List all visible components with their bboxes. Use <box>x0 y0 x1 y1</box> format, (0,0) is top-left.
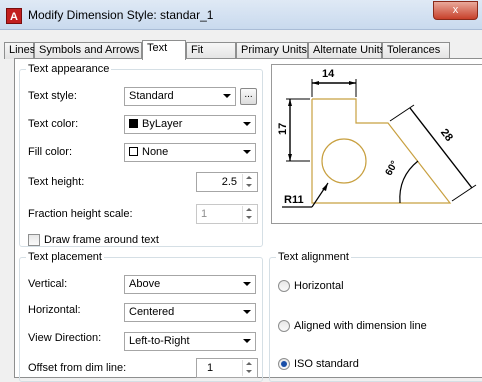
text-color-select[interactable]: ByLayer <box>124 115 256 134</box>
fill-color-value: None <box>142 146 169 158</box>
text-height-label: Text height: <box>28 176 85 188</box>
text-style-select[interactable]: Standard <box>124 87 236 106</box>
tab-symbols-and-arrows[interactable]: Symbols and Arrows <box>34 42 142 59</box>
aligned-option-label: Aligned with dimension line <box>294 320 427 332</box>
tab-text[interactable]: Text <box>142 40 186 60</box>
preview-drawing: 14 17 28 60° R11 <box>277 68 477 208</box>
horizontal-select[interactable]: Centered <box>124 303 256 322</box>
chevron-down-icon <box>243 282 251 286</box>
vertical-select[interactable]: Above <box>124 275 256 294</box>
horizontal-value: Centered <box>129 306 175 318</box>
horizontal-option-label: Horizontal <box>294 280 344 292</box>
text-height-value: 2.5 <box>221 176 237 188</box>
tab-tolerances[interactable]: Tolerances <box>382 42 450 59</box>
text-style-value: Standard <box>129 90 174 102</box>
fill-color-select[interactable]: None <box>124 143 256 162</box>
text-placement-group: Text placement Vertical: Above Horizonta… <box>19 251 263 382</box>
tab-lines[interactable]: Lines <box>4 42 35 59</box>
chevron-down-icon <box>243 310 251 314</box>
spinner-arrows-icon[interactable] <box>242 174 256 190</box>
iso-standard-radio[interactable] <box>278 358 290 370</box>
view-direction-value: Left-to-Right <box>129 335 190 347</box>
dimension-preview: 14 17 28 60° R11 <box>271 64 482 224</box>
tab-fit[interactable]: Fit <box>186 42 236 59</box>
text-appearance-group: Text appearance Text style: Standard ...… <box>19 63 263 247</box>
chevron-down-icon <box>243 150 251 154</box>
chevron-down-icon <box>243 122 251 126</box>
chevron-down-icon <box>243 339 251 343</box>
dim-angle-text: 60° <box>384 159 401 178</box>
text-alignment-title: Text alignment <box>276 251 351 263</box>
title-bar: A Modify Dimension Style: standar_1 x <box>0 0 482 30</box>
chevron-down-icon <box>223 94 231 98</box>
horizontal-radio[interactable] <box>278 280 290 292</box>
app-icon: A <box>6 8 22 24</box>
vertical-label: Vertical: <box>28 278 68 290</box>
offset-label: Offset from dim line: <box>28 362 127 374</box>
aligned-radio[interactable] <box>278 320 290 332</box>
view-direction-select[interactable]: Left-to-Right <box>124 332 256 351</box>
text-height-spinner[interactable]: 2.5 <box>196 172 258 192</box>
spinner-arrows-icon[interactable] <box>242 360 256 376</box>
offset-spinner[interactable]: 1 <box>196 358 258 378</box>
text-placement-title: Text placement <box>26 251 104 263</box>
text-appearance-title: Text appearance <box>26 63 112 75</box>
text-alignment-group: Text alignment Horizontal Aligned with d… <box>269 251 482 382</box>
text-color-value: ByLayer <box>142 118 183 130</box>
fraction-height-value: 1 <box>201 208 208 220</box>
empty-swatch-icon <box>129 147 138 156</box>
horizontal-label: Horizontal: <box>28 304 81 316</box>
iso-standard-option-label: ISO standard <box>294 358 359 370</box>
draw-frame-label: Draw frame around text <box>44 234 159 246</box>
window-title: Modify Dimension Style: standar_1 <box>28 8 214 22</box>
fraction-height-spinner[interactable]: 1 <box>196 204 258 224</box>
offset-value: 1 <box>207 362 214 374</box>
vertical-value: Above <box>129 278 161 290</box>
tab-panel: Text appearance Text style: Standard ...… <box>14 58 482 382</box>
text-style-browse-button[interactable]: ... <box>240 88 257 105</box>
close-button[interactable]: x <box>433 1 478 20</box>
dim-top-text: 14 <box>322 68 335 80</box>
dim-right-text: 28 <box>438 127 455 144</box>
spinner-arrows-icon[interactable] <box>242 206 256 222</box>
tab-alternate-units[interactable]: Alternate Units <box>308 42 385 59</box>
fill-color-label: Fill color: <box>28 146 73 158</box>
fraction-height-label: Fraction height scale: <box>28 208 133 220</box>
tab-primary-units[interactable]: Primary Units <box>236 42 308 59</box>
leader-label-text: R11 <box>284 194 304 206</box>
text-style-label: Text style: <box>28 90 77 102</box>
text-color-label: Text color: <box>28 118 79 130</box>
color-swatch-icon <box>129 119 138 128</box>
draw-frame-checkbox[interactable] <box>28 234 40 246</box>
dim-left-text: 17 <box>277 123 289 135</box>
view-direction-label: View Direction: <box>28 332 102 344</box>
